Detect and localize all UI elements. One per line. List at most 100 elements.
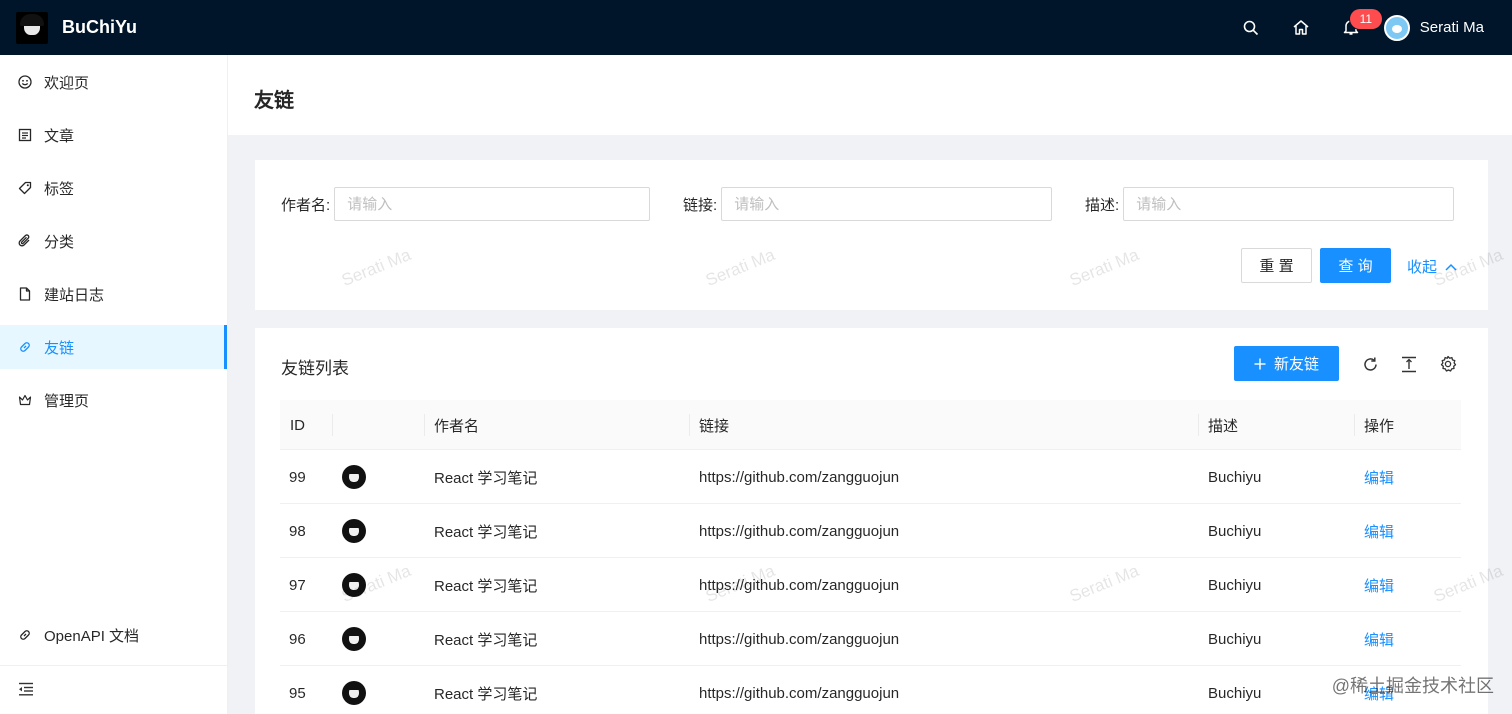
table-row: 99 React 学习笔记 https://github.com/zangguo… bbox=[280, 450, 1461, 504]
column-divider bbox=[689, 414, 690, 436]
link-icon bbox=[18, 340, 32, 354]
sidebar: 欢迎页 文章 标签 分类 建站日志 友链 管理页 OpenAPI 文档 bbox=[0, 55, 228, 714]
cell-author: React 学习笔记 bbox=[434, 523, 538, 541]
friend-links-table-card: 友链列表 新友链 ID 作者名 链接 描述 操作 99 React 学习笔记 h… bbox=[255, 328, 1488, 714]
new-friend-link-button[interactable]: 新友链 bbox=[1234, 346, 1339, 381]
page-header: 友链 bbox=[228, 55, 1512, 135]
author-field: 作者名: bbox=[281, 187, 651, 221]
collapse-toggle[interactable]: 收起 bbox=[1407, 256, 1457, 277]
cell-link: https://github.com/zangguojun bbox=[699, 522, 900, 540]
sidebar-item-categories[interactable]: 分类 bbox=[0, 219, 227, 263]
query-button[interactable]: 查 询 bbox=[1320, 248, 1391, 283]
sidebar-item-label: 建站日志 bbox=[44, 286, 105, 304]
cell-author: React 学习笔记 bbox=[434, 631, 538, 649]
sidebar-item-label: 标签 bbox=[44, 180, 75, 198]
sidebar-item-articles[interactable]: 文章 bbox=[0, 113, 227, 157]
author-label: 作者名: bbox=[281, 196, 331, 214]
edit-link[interactable]: 编辑 bbox=[1364, 612, 1394, 666]
description-field: 描述: bbox=[1085, 187, 1455, 221]
sidebar-item-changelog[interactable]: 建站日志 bbox=[0, 272, 227, 316]
openapi-docs-link[interactable]: OpenAPI 文档 bbox=[0, 613, 227, 657]
description-label: 描述: bbox=[1085, 196, 1120, 214]
logo-image bbox=[16, 11, 48, 44]
reset-button[interactable]: 重 置 bbox=[1241, 248, 1312, 283]
home-icon[interactable] bbox=[1276, 0, 1326, 55]
link-icon bbox=[18, 628, 32, 642]
link-input[interactable] bbox=[721, 187, 1053, 221]
sidebar-item-label: 欢迎页 bbox=[44, 74, 90, 92]
edit-link[interactable]: 编辑 bbox=[1364, 558, 1394, 612]
sidebar-item-welcome[interactable]: 欢迎页 bbox=[0, 60, 227, 104]
menu-fold-icon bbox=[18, 682, 34, 699]
cell-id: 96 bbox=[289, 630, 306, 648]
reload-icon[interactable] bbox=[1360, 354, 1380, 374]
app-title: BuChiYu bbox=[62, 17, 137, 37]
column-header-description[interactable]: 描述 bbox=[1208, 400, 1238, 450]
openapi-docs-label: OpenAPI 文档 bbox=[44, 627, 140, 645]
setting-icon[interactable] bbox=[1438, 354, 1458, 374]
column-header-author[interactable]: 作者名 bbox=[434, 400, 479, 450]
edit-link[interactable]: 编辑 bbox=[1364, 450, 1394, 504]
cell-link: https://github.com/zangguojun bbox=[699, 684, 900, 702]
table-header: ID 作者名 链接 描述 操作 bbox=[280, 400, 1461, 450]
column-divider bbox=[424, 414, 425, 436]
notification-badge: 11 bbox=[1349, 9, 1382, 29]
search-form: 作者名: 链接: 描述: 重 置 查 询 收起 bbox=[255, 160, 1488, 310]
author-avatar bbox=[342, 681, 366, 705]
site-watermark: @稀土掘金技术社区 bbox=[1331, 676, 1494, 696]
cell-description: Buchiyu bbox=[1208, 468, 1262, 486]
sidebar-item-label: 文章 bbox=[44, 127, 75, 145]
notification-bell[interactable]: 11 bbox=[1326, 0, 1382, 55]
sidebar-collapse-button[interactable] bbox=[0, 665, 227, 714]
search-icon[interactable] bbox=[1226, 0, 1276, 55]
author-avatar bbox=[342, 627, 366, 651]
sidebar-item-label: 管理页 bbox=[44, 392, 90, 410]
crown-icon bbox=[18, 393, 32, 407]
cell-author: React 学习笔记 bbox=[434, 469, 538, 487]
description-input[interactable] bbox=[1123, 187, 1455, 221]
column-divider bbox=[1354, 414, 1355, 436]
cell-link: https://github.com/zangguojun bbox=[699, 630, 900, 648]
user-avatar bbox=[1383, 14, 1410, 41]
author-avatar bbox=[342, 465, 366, 489]
cell-author: React 学习笔记 bbox=[434, 577, 538, 595]
cell-id: 95 bbox=[289, 684, 306, 702]
sidebar-item-label: 友链 bbox=[44, 339, 75, 357]
cell-link: https://github.com/zangguojun bbox=[699, 468, 900, 486]
column-header-link[interactable]: 链接 bbox=[699, 400, 729, 450]
sidebar-item-tags[interactable]: 标签 bbox=[0, 166, 227, 210]
column-height-icon[interactable] bbox=[1399, 354, 1419, 374]
cell-description: Buchiyu bbox=[1208, 522, 1262, 540]
edit-link[interactable]: 编辑 bbox=[1364, 504, 1394, 558]
table-row: 98 React 学习笔记 https://github.com/zangguo… bbox=[280, 504, 1461, 558]
cell-description: Buchiyu bbox=[1208, 630, 1262, 648]
cell-id: 99 bbox=[289, 468, 306, 486]
sidebar-item-friend-links[interactable]: 友链 bbox=[0, 325, 227, 369]
author-avatar bbox=[342, 519, 366, 543]
link-label: 链接: bbox=[683, 196, 718, 214]
author-input[interactable] bbox=[334, 187, 651, 221]
chevron-up-icon bbox=[1445, 258, 1457, 275]
cell-id: 98 bbox=[289, 522, 306, 540]
sidebar-item-admin[interactable]: 管理页 bbox=[0, 378, 227, 422]
paperclip-icon bbox=[18, 234, 32, 248]
user-name: Serati Ma bbox=[1419, 19, 1484, 36]
new-friend-link-label: 新友链 bbox=[1273, 356, 1319, 373]
column-divider bbox=[332, 414, 333, 436]
page-title: 友链 bbox=[254, 90, 294, 112]
top-header: BuChiYu 11 Serati Ma bbox=[0, 0, 1512, 55]
tag-icon bbox=[18, 181, 32, 195]
column-header-id[interactable]: ID bbox=[290, 400, 305, 450]
logo[interactable]: BuChiYu bbox=[16, 11, 137, 44]
user-menu[interactable]: Serati Ma bbox=[1383, 14, 1484, 41]
table-row: 96 React 学习笔记 https://github.com/zangguo… bbox=[280, 612, 1461, 666]
cell-author: React 学习笔记 bbox=[434, 685, 538, 703]
link-field: 链接: bbox=[683, 187, 1053, 221]
column-header-actions: 操作 bbox=[1364, 417, 1395, 435]
table-row: 95 React 学习笔记 https://github.com/zangguo… bbox=[280, 666, 1461, 714]
profile-icon bbox=[18, 128, 32, 142]
collapse-label: 收起 bbox=[1407, 259, 1438, 276]
smile-icon bbox=[18, 75, 32, 89]
cell-link: https://github.com/zangguojun bbox=[699, 576, 900, 594]
cell-description: Buchiyu bbox=[1208, 684, 1262, 702]
